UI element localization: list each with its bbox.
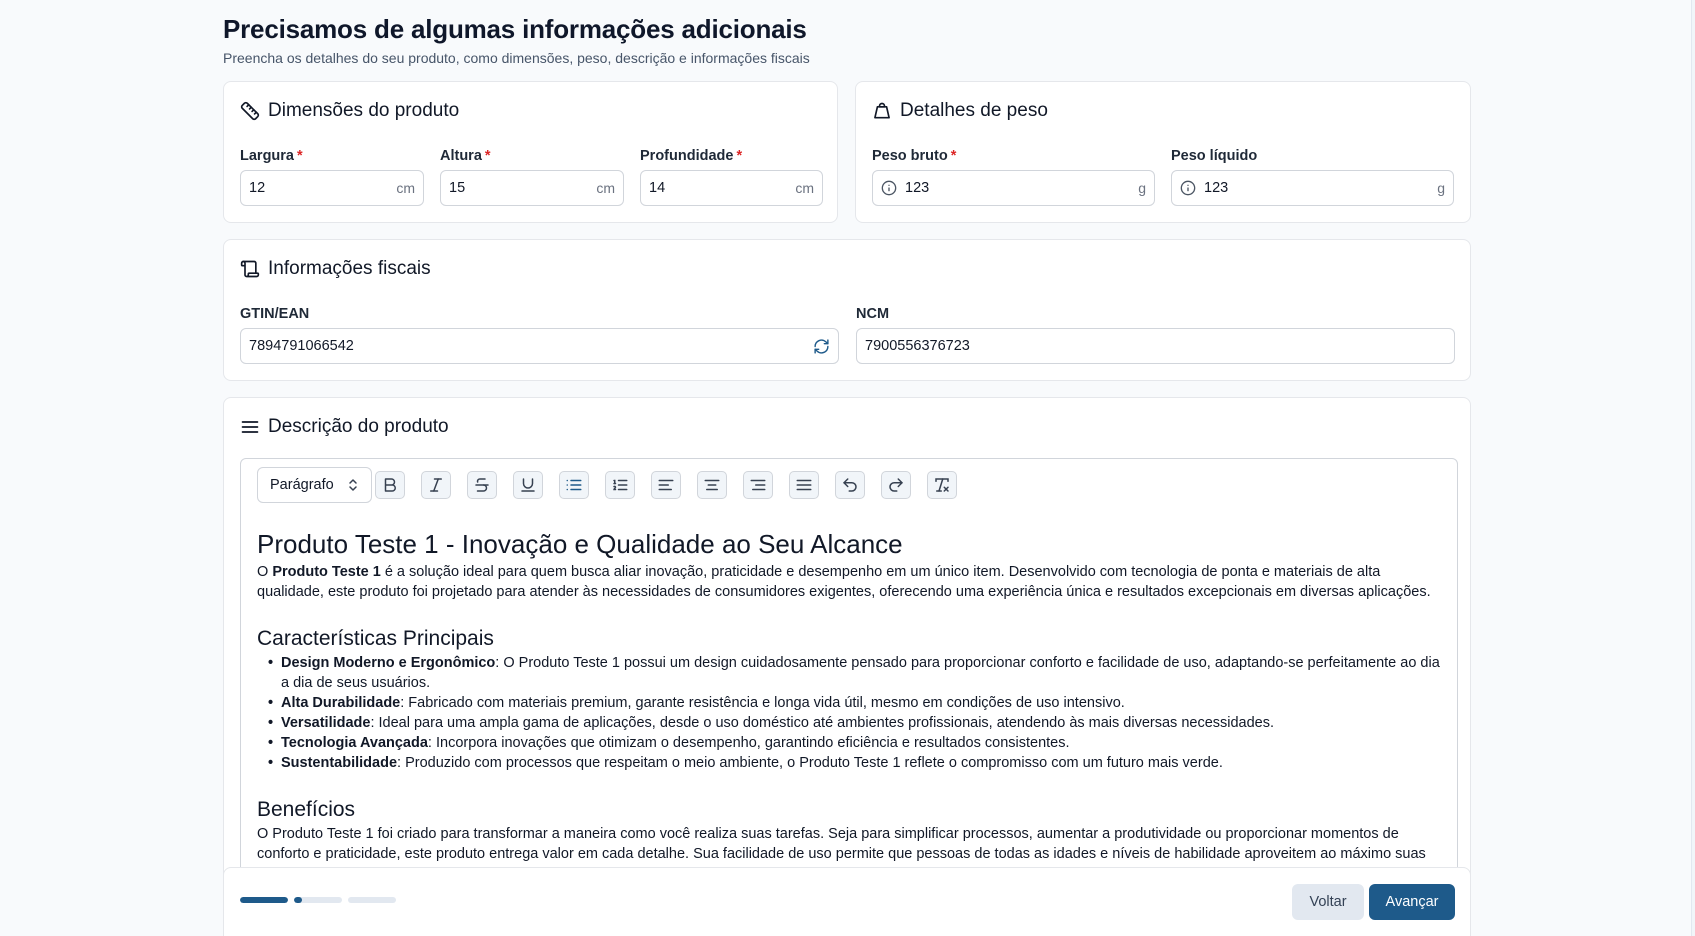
gross-weight-value: 123 bbox=[905, 180, 930, 196]
numbered-list-button[interactable] bbox=[605, 471, 635, 499]
width-value: 12 bbox=[249, 180, 266, 196]
format-select[interactable]: Parágrafo bbox=[257, 467, 372, 503]
page-subtitle: Preencha os detalhes do seu produto, com… bbox=[223, 50, 810, 66]
height-label: Altura * bbox=[440, 148, 491, 164]
wizard-footer: Voltar Avançar bbox=[223, 867, 1471, 936]
ncm-input[interactable]: 7900556376723 bbox=[856, 328, 1455, 364]
underline-button[interactable] bbox=[513, 471, 543, 499]
redo-button[interactable] bbox=[881, 471, 911, 499]
width-unit: cm bbox=[396, 180, 415, 196]
editor-toolbar: Parágrafo bbox=[240, 458, 1458, 511]
height-value: 15 bbox=[449, 180, 466, 196]
description-card: Descrição do produto Parágrafo Produto T… bbox=[223, 397, 1471, 936]
depth-label: Profundidade * bbox=[640, 148, 743, 164]
numbered-list-icon bbox=[613, 479, 628, 491]
undo-icon bbox=[843, 478, 857, 492]
description-title: Descrição do produto bbox=[240, 416, 449, 438]
format-select-value: Parágrafo bbox=[270, 477, 334, 493]
list-item: Sustentabilidade: Produzido com processo… bbox=[268, 753, 1441, 773]
page-title: Precisamos de algumas informações adicio… bbox=[223, 14, 807, 44]
net-weight-label: Peso líquido bbox=[1171, 148, 1258, 164]
weight-title-text: Detalhes de peso bbox=[900, 100, 1048, 121]
content-intro: O Produto Teste 1 é a solução ideal para… bbox=[257, 564, 1431, 600]
content-heading: Produto Teste 1 - Inovação e Qualidade a… bbox=[257, 529, 903, 559]
step-indicator-2 bbox=[294, 897, 342, 903]
gross-weight-unit: g bbox=[1138, 180, 1146, 196]
align-right-button[interactable] bbox=[743, 471, 773, 499]
ncm-label: NCM bbox=[856, 306, 890, 322]
depth-value: 14 bbox=[649, 180, 666, 196]
back-button[interactable]: Voltar bbox=[1292, 884, 1364, 920]
info-icon bbox=[1180, 180, 1196, 196]
step-indicator-1 bbox=[240, 897, 288, 903]
bold-button[interactable] bbox=[375, 471, 405, 499]
info-icon bbox=[881, 180, 897, 196]
strikethrough-icon bbox=[475, 478, 489, 492]
weight-card: Detalhes de peso Peso bruto * 123 g Peso … bbox=[855, 81, 1471, 223]
align-right-icon bbox=[750, 479, 766, 491]
redo-icon bbox=[889, 478, 903, 492]
gross-weight-input[interactable]: 123 g bbox=[872, 170, 1155, 206]
height-unit: cm bbox=[596, 180, 615, 196]
list-item: Tecnologia Avançada: Incorpora inovações… bbox=[268, 733, 1441, 753]
fiscal-card: Informações fiscais GTIN/EAN 78947910665… bbox=[223, 239, 1471, 381]
depth-unit: cm bbox=[795, 180, 814, 196]
width-input[interactable]: 12 cm bbox=[240, 170, 424, 206]
step-indicator-3 bbox=[348, 897, 396, 903]
dimensions-title-text: Dimensões do produto bbox=[268, 100, 460, 121]
italic-icon bbox=[430, 478, 442, 492]
gross-weight-label: Peso bruto * bbox=[872, 148, 957, 164]
next-button[interactable]: Avançar bbox=[1369, 884, 1455, 920]
text-lines-icon bbox=[241, 421, 259, 433]
list-item: Alta Durabilidade: Fabricado com materia… bbox=[268, 693, 1441, 713]
net-weight-value: 123 bbox=[1204, 180, 1229, 196]
refresh-icon[interactable] bbox=[813, 338, 830, 355]
clear-format-button[interactable] bbox=[927, 471, 957, 499]
list-item: Versatilidade: Ideal para uma ampla gama… bbox=[268, 713, 1441, 733]
page-scrollbar[interactable] bbox=[1691, 0, 1695, 936]
ruler-icon bbox=[240, 101, 260, 121]
undo-button[interactable] bbox=[835, 471, 865, 499]
gtin-input[interactable]: 7894791066542 bbox=[240, 328, 839, 364]
main-content: Precisamos de algumas informações adicio… bbox=[223, 14, 1471, 66]
align-left-icon bbox=[658, 479, 674, 491]
gtin-label: GTIN/EAN bbox=[240, 306, 310, 322]
underline-icon bbox=[521, 478, 535, 492]
depth-input[interactable]: 14 cm bbox=[640, 170, 823, 206]
align-center-icon bbox=[704, 479, 720, 491]
dimensions-title: Dimensões do produto bbox=[240, 100, 459, 122]
description-editor[interactable]: Produto Teste 1 - Inovação e Qualidade a… bbox=[240, 510, 1458, 874]
description-title-text: Descrição do produto bbox=[268, 416, 449, 437]
align-left-button[interactable] bbox=[651, 471, 681, 499]
ncm-value: 7900556376723 bbox=[865, 338, 970, 354]
gtin-value: 7894791066542 bbox=[249, 338, 354, 354]
width-label: Largura * bbox=[240, 148, 303, 164]
height-input[interactable]: 15 cm bbox=[440, 170, 624, 206]
dimensions-card: Dimensões do produto Largura * 12 cm Altu… bbox=[223, 81, 838, 223]
weight-icon bbox=[874, 102, 890, 119]
net-weight-unit: g bbox=[1437, 180, 1445, 196]
fiscal-title-text: Informações fiscais bbox=[268, 258, 431, 279]
fiscal-title: Informações fiscais bbox=[240, 258, 431, 280]
benefits-heading: Benefícios bbox=[257, 798, 356, 821]
align-center-button[interactable] bbox=[697, 471, 727, 499]
net-weight-input[interactable]: 123 g bbox=[1171, 170, 1454, 206]
bullet-list-button[interactable] bbox=[559, 471, 589, 499]
clear-format-icon bbox=[935, 478, 949, 492]
features-list: Design Moderno e Ergonômico: O Produto T… bbox=[257, 653, 1441, 773]
strikethrough-button[interactable] bbox=[467, 471, 497, 499]
align-justify-button[interactable] bbox=[789, 471, 819, 499]
list-item: Design Moderno e Ergonômico: O Produto T… bbox=[268, 653, 1441, 693]
weight-title: Detalhes de peso bbox=[872, 100, 1048, 122]
italic-button[interactable] bbox=[421, 471, 451, 499]
scroll-icon bbox=[240, 260, 260, 278]
features-heading: Características Principais bbox=[257, 627, 494, 650]
bullet-list-icon bbox=[566, 479, 582, 491]
align-justify-icon bbox=[796, 479, 812, 491]
step-progress bbox=[240, 897, 396, 903]
bold-icon bbox=[384, 478, 396, 492]
chevrons-up-down-icon bbox=[349, 479, 357, 491]
